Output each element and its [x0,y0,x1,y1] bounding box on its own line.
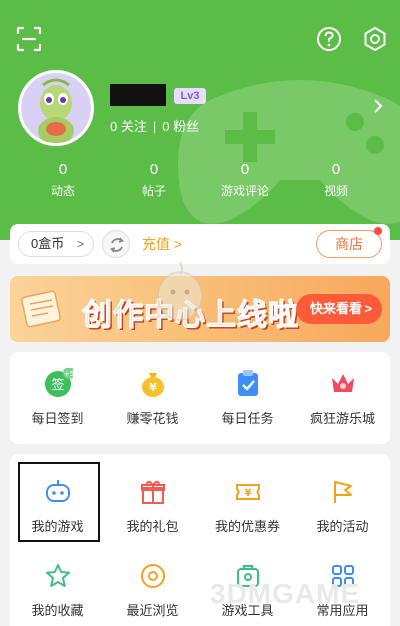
eye-icon [140,564,165,588]
clipboard-icon [237,370,258,396]
svg-text:¥: ¥ [149,381,157,394]
level-badge: Lv3 [174,88,206,104]
task-daily-checkin[interactable]: 签 +5 每日签到 [10,367,105,427]
scroll-paper-icon [21,290,61,328]
profile-stats: 0 动态 0 帖子 0 游戏评论 0 视频 [0,160,400,200]
banner-cta-button[interactable]: 快来看看 > [296,294,382,324]
star-icon [45,564,70,587]
scan-icon[interactable] [16,26,42,52]
coupon-icon: ¥ [235,484,260,500]
my-coupons-item[interactable]: ¥ 我的优惠券 [200,478,295,535]
chevron-right-icon: > [76,237,84,251]
fans-count[interactable]: 0 粉丝 [162,119,199,134]
chevron-right-icon: > [364,301,372,316]
mascot-avatar-icon [38,78,74,143]
stat-game-reviews[interactable]: 0 游戏评论 [200,160,290,199]
watermark-mascot-icon [157,261,203,321]
task-earn-money[interactable]: ¥ 赚零花钱 [105,368,200,427]
my-activities-item[interactable]: 我的活动 [295,478,390,535]
username-redacted [110,84,166,106]
task-crazy-park[interactable]: 疯狂游乐城 [295,368,390,427]
task-daily-mission[interactable]: 每日任务 [200,368,295,427]
crown-icon [331,374,354,392]
notification-dot [374,227,382,235]
selection-highlight-box [18,462,100,542]
my-gifts-item[interactable]: 我的礼包 [105,478,200,535]
coin-balance: 0盒币 [31,236,65,251]
checkin-icon: 签 +5 [44,367,75,397]
my-favorites-item[interactable]: 我的收藏 [10,562,105,619]
coin-balance-button[interactable]: 0盒币 > [18,231,94,257]
stat-posts-feed[interactable]: 0 动态 [18,160,108,199]
settings-icon[interactable] [362,26,388,52]
watermark-text: 3DMGAME [210,578,361,609]
chevron-right-icon[interactable] [372,98,384,114]
refresh-button[interactable] [102,230,130,258]
svg-text:+5: +5 [63,370,72,378]
help-icon[interactable] [316,26,342,52]
svg-text:签: 签 [51,377,64,393]
avatar[interactable] [18,70,94,146]
refresh-icon [110,237,124,253]
stat-videos[interactable]: 0 视频 [291,160,381,199]
stat-threads[interactable]: 0 帖子 [109,160,199,199]
gamepad-decoration-icon [178,80,400,224]
shop-button[interactable]: 商店 [316,230,382,258]
flag-icon [333,481,352,503]
recent-views-item[interactable]: 最近浏览 [105,562,200,619]
recharge-link[interactable]: 充值 > [142,234,182,254]
money-bag-icon: ¥ [141,373,164,397]
follow-count[interactable]: 0 关注 [110,119,147,134]
svg-text:¥: ¥ [244,488,251,499]
daily-tasks-card: 签 +5 每日签到 ¥ 赚零花钱 每日任务 疯狂游乐城 [10,352,390,444]
gift-icon [140,480,165,504]
profile-header: Lv3 0 关注 | 0 粉丝 0 动态 0 帖子 0 游戏评论 0 视频 [0,0,400,240]
follow-info: 0 关注 | 0 粉丝 [110,119,200,134]
